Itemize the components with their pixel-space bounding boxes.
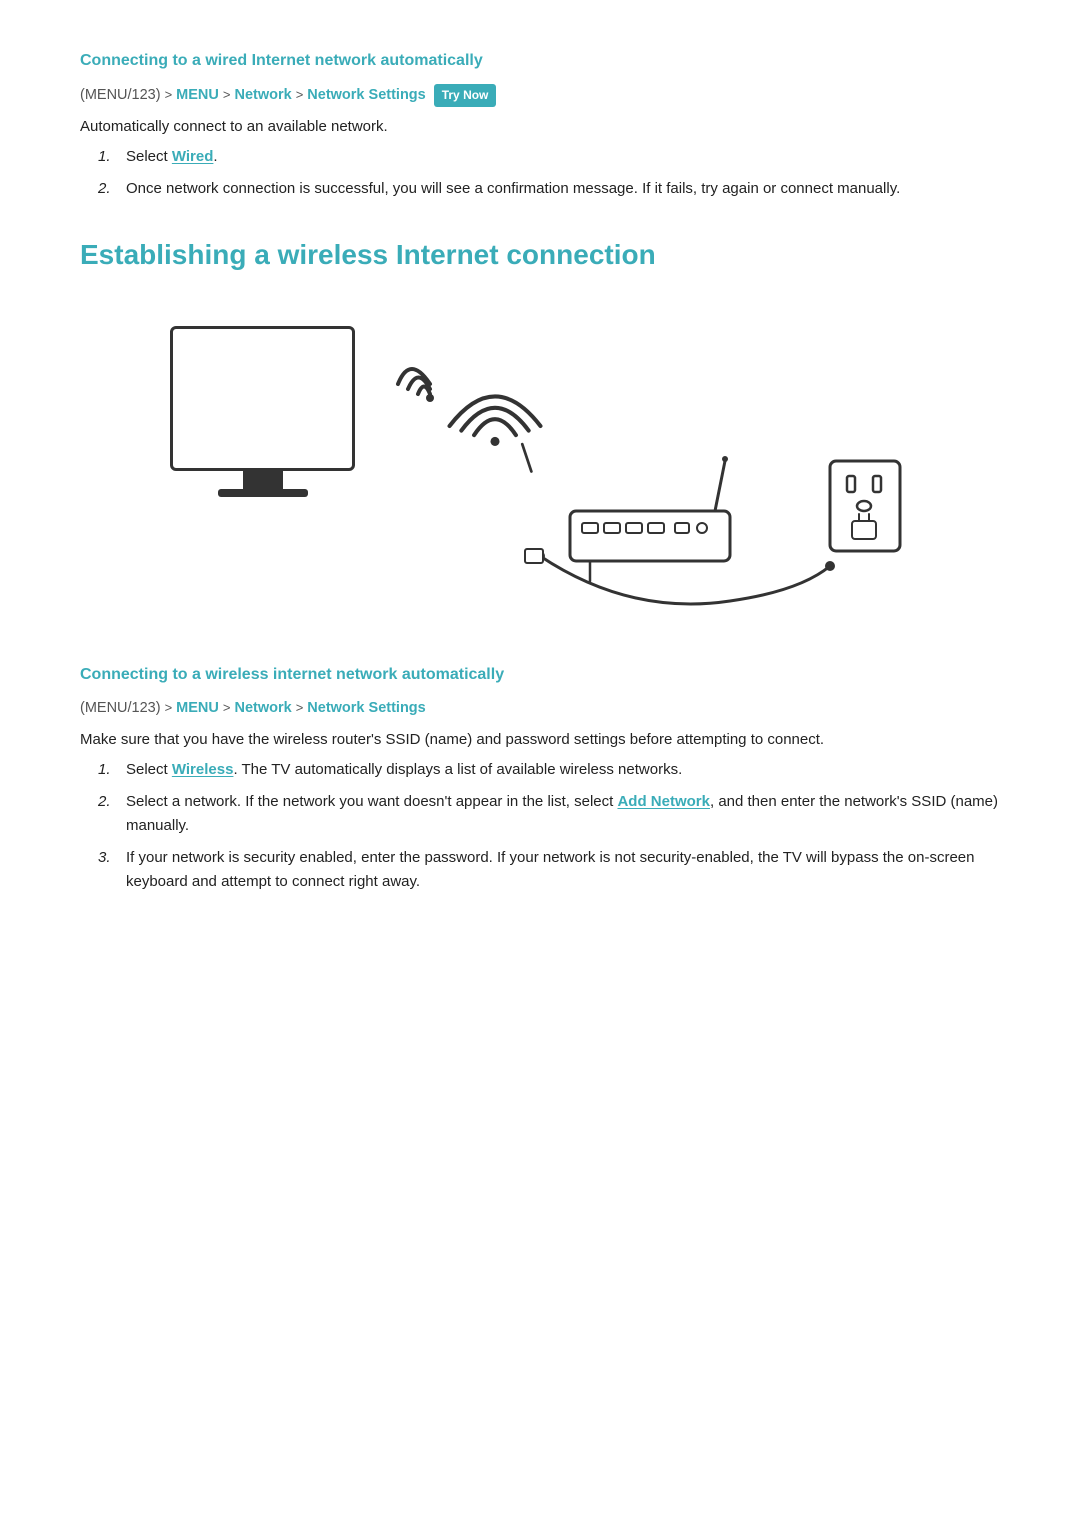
w-breadcrumb-menu123: (MENU/123)	[80, 697, 161, 720]
wireless-step-1: 1. Select Wireless. The TV automatically…	[98, 758, 1000, 782]
wired-steps-list: 1. Select Wired. 2. Once network connect…	[98, 145, 1000, 201]
breadcrumb-menu: MENU	[176, 84, 219, 107]
section-wired: Connecting to a wired Internet network a…	[80, 48, 1000, 201]
add-network-link: Add Network	[617, 793, 710, 810]
w-step-1-text: Select Wireless. The TV automatically di…	[126, 758, 682, 782]
wireless-steps-list: 1. Select Wireless. The TV automatically…	[98, 758, 1000, 894]
breadcrumb-network-settings: Network Settings	[307, 84, 425, 107]
wireless-step-2: 2. Select a network. If the network you …	[98, 790, 1000, 838]
step-2-num: 2.	[98, 177, 116, 201]
w-breadcrumb-arrow3: >	[296, 698, 304, 719]
w-breadcrumb-menu: MENU	[176, 697, 219, 720]
wireless-auto-title: Connecting to a wireless internet networ…	[80, 662, 1000, 688]
tv-stand-base	[218, 489, 308, 497]
wired-breadcrumb: (MENU/123) > MENU > Network > Network Se…	[80, 84, 1000, 107]
section-wireless-heading: Establishing a wireless Internet connect…	[80, 233, 1000, 278]
w-step-1-num: 1.	[98, 758, 116, 782]
breadcrumb-arrow3: >	[296, 85, 304, 106]
tv-screen	[170, 326, 355, 471]
w-breadcrumb-arrow1: >	[165, 698, 173, 719]
cable-illustration	[510, 506, 860, 626]
breadcrumb-arrow1: >	[165, 85, 173, 106]
section-wireless-auto: Connecting to a wireless internet networ…	[80, 662, 1000, 895]
wireless-auto-body: Make sure that you have the wireless rou…	[80, 728, 1000, 752]
wireless-section-title: Establishing a wireless Internet connect…	[80, 233, 1000, 278]
w-step-3-text: If your network is security enabled, ent…	[126, 846, 1000, 894]
tv-stand-neck	[243, 471, 283, 489]
wireless-router-icon	[445, 376, 545, 484]
breadcrumb-menu123: (MENU/123)	[80, 84, 161, 107]
wireless-link: Wireless	[172, 761, 234, 778]
w-step-2-text: Select a network. If the network you wan…	[126, 790, 1000, 838]
step-1-num: 1.	[98, 145, 116, 169]
wired-step-1: 1. Select Wired.	[98, 145, 1000, 169]
w-breadcrumb-network-settings: Network Settings	[307, 697, 425, 720]
try-now-badge[interactable]: Try Now	[434, 84, 497, 107]
wired-body-text: Automatically connect to an available ne…	[80, 115, 1000, 139]
w-breadcrumb-arrow2: >	[223, 698, 231, 719]
tv-illustration	[170, 326, 355, 497]
step-1-text: Select Wired.	[126, 145, 218, 169]
wired-step-2: 2. Once network connection is successful…	[98, 177, 1000, 201]
wired-section-title: Connecting to a wired Internet network a…	[80, 48, 1000, 74]
wireless-breadcrumb: (MENU/123) > MENU > Network > Network Se…	[80, 697, 1000, 720]
breadcrumb-network: Network	[234, 84, 291, 107]
breadcrumb-arrow2: >	[223, 85, 231, 106]
w-step-3-num: 3.	[98, 846, 116, 894]
wireless-step-3: 3. If your network is security enabled, …	[98, 846, 1000, 894]
wireless-diagram	[80, 306, 1000, 626]
wired-link: Wired	[172, 148, 214, 165]
step-2-text: Once network connection is successful, y…	[126, 177, 900, 201]
w-breadcrumb-network: Network	[234, 697, 291, 720]
w-step-2-num: 2.	[98, 790, 116, 838]
